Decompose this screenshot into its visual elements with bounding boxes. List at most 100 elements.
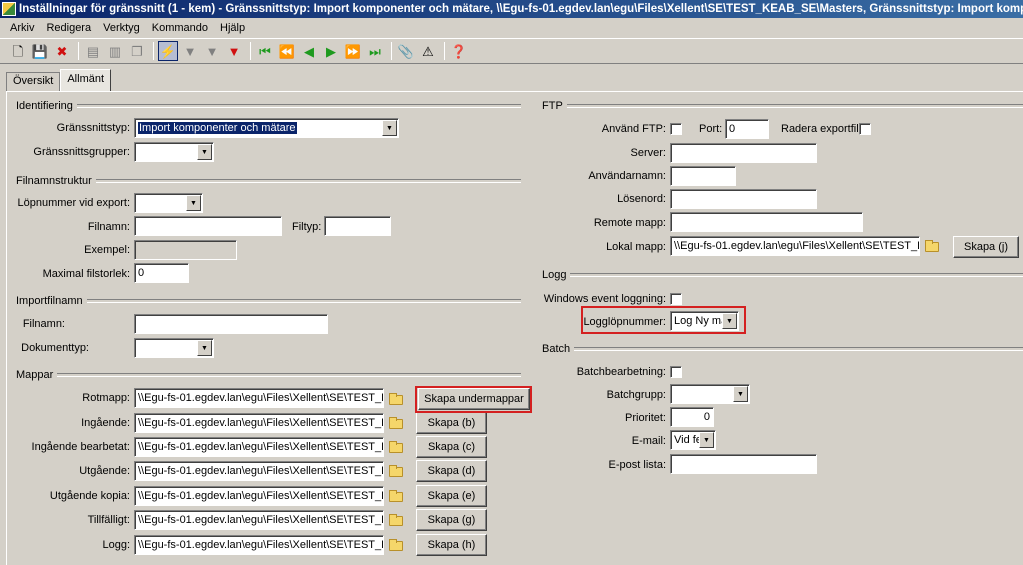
document-handling-icon[interactable]: 📎 <box>396 41 416 61</box>
folder-icon[interactable] <box>389 441 403 453</box>
chevron-down-icon[interactable]: ▼ <box>733 386 748 402</box>
folder-icon[interactable] <box>389 417 403 429</box>
folder-icon[interactable] <box>925 240 939 252</box>
new-icon[interactable]: 🗋 <box>8 41 28 61</box>
doctype-label: Dokumenttyp: <box>21 342 89 354</box>
password-input[interactable] <box>670 189 817 209</box>
next-record-icon[interactable]: ▶ <box>321 41 341 61</box>
copy-icon[interactable]: ❐ <box>127 41 147 61</box>
create-d-button[interactable]: Skapa (d) <box>416 460 487 482</box>
create-e-button[interactable]: Skapa (e) <box>416 485 487 507</box>
batch-group-combo[interactable]: ▼ <box>670 384 750 404</box>
create-b-button[interactable]: Skapa (b) <box>416 412 487 434</box>
folder-temp-input[interactable]: \\Egu-fs-01.egdev.lan\egu\Files\Xellent\… <box>134 510 384 530</box>
chevron-down-icon[interactable]: ▼ <box>382 120 397 136</box>
folder-icon[interactable] <box>389 393 403 405</box>
server-input[interactable] <box>670 143 817 163</box>
tab-oversikt[interactable]: Översikt <box>6 72 61 91</box>
help-icon[interactable]: ❓ <box>449 41 469 61</box>
priority-label: Prioritet: <box>625 412 666 424</box>
filetype-input[interactable] <box>324 216 391 236</box>
toolbar-separator <box>153 42 154 60</box>
delete-exportfile-label: Radera exportfil: <box>781 123 862 135</box>
menu-redigera[interactable]: Redigera <box>40 22 97 34</box>
folder-icon[interactable] <box>389 539 403 551</box>
filter-icon[interactable]: ▼ <box>180 41 200 61</box>
folder-icon[interactable] <box>389 514 403 526</box>
next-page-icon[interactable]: ⏩ <box>343 41 363 61</box>
menu-hjalp[interactable]: Hjälp <box>214 22 251 34</box>
advanced-filter-icon[interactable]: ▼ <box>202 41 222 61</box>
username-input[interactable] <box>670 166 736 186</box>
use-ftp-checkbox[interactable] <box>670 123 682 135</box>
folder-log-input[interactable]: \\Egu-fs-01.egdev.lan\egu\Files\Xellent\… <box>134 535 384 555</box>
menu-kommando[interactable]: Kommando <box>146 22 214 34</box>
local-folder-input[interactable]: \\Egu-fs-01.egdev.lan\egu\Files\Xellent\… <box>670 236 920 256</box>
email-list-input[interactable] <box>670 454 817 474</box>
batch-processing-label: Batchbearbetning: <box>576 366 666 378</box>
create-g-button[interactable]: Skapa (g) <box>416 509 487 531</box>
folder-root-label: Rotmapp: <box>82 392 130 404</box>
alert-icon[interactable]: ⚠ <box>418 41 438 61</box>
chevron-down-icon[interactable]: ▼ <box>699 432 714 448</box>
max-filesize-label: Maximal filstorlek: <box>42 268 130 280</box>
create-j-button[interactable]: Skapa (j) <box>953 236 1019 258</box>
delete-exportfile-checkbox[interactable] <box>859 123 871 135</box>
filetype-label: Filtyp: <box>292 221 322 233</box>
section-identifiering: Identifiering <box>16 99 521 113</box>
batch-processing-checkbox[interactable] <box>670 366 682 378</box>
section-filnamnstruktur: Filnamnstruktur <box>16 174 521 188</box>
previous-page-icon[interactable]: ⏪ <box>277 41 297 61</box>
section-mappar: Mappar <box>16 368 521 382</box>
max-filesize-input[interactable]: 0 <box>134 263 189 283</box>
toolbar-separator <box>391 42 392 60</box>
last-record-icon[interactable]: ⏭ <box>365 41 385 61</box>
folder-incoming-processed-label: Ingående bearbetat: <box>31 441 130 453</box>
section-importfilnamn-title: Importfilnamn <box>16 295 87 307</box>
windows-event-logging-checkbox[interactable] <box>670 293 682 305</box>
filter-by-selection-icon[interactable]: ⚡ <box>158 41 178 61</box>
folder-icon[interactable] <box>389 465 403 477</box>
folder-incoming-processed-input[interactable]: \\Egu-fs-01.egdev.lan\egu\Files\Xellent\… <box>134 437 384 457</box>
folder-root-input[interactable]: \\Egu-fs-01.egdev.lan\egu\Files\Xellent\… <box>134 388 384 408</box>
chevron-down-icon[interactable]: ▼ <box>197 144 212 160</box>
toolbar-separator <box>444 42 445 60</box>
app-icon <box>2 2 16 16</box>
folder-incoming-input[interactable]: \\Egu-fs-01.egdev.lan\egu\Files\Xellent\… <box>134 413 384 433</box>
email-combo[interactable]: Vid fel ▼ <box>670 430 716 450</box>
doctype-combo[interactable]: ▼ <box>134 338 214 358</box>
interface-groups-combo[interactable]: ▼ <box>134 142 214 162</box>
print-icon[interactable]: ▤ <box>83 41 103 61</box>
interface-type-combo[interactable]: Import komponenter och mätare ▼ <box>134 118 399 138</box>
print-preview-icon[interactable]: ▥ <box>105 41 125 61</box>
menu-verktyg[interactable]: Verktyg <box>97 22 146 34</box>
folder-icon[interactable] <box>389 490 403 502</box>
remove-filter-icon[interactable]: ▼ <box>224 41 244 61</box>
section-mappar-title: Mappar <box>16 369 58 381</box>
window-title: Inställningar för gränssnitt (1 - kem) -… <box>19 3 1023 15</box>
email-label: E-mail: <box>631 435 666 447</box>
folder-outgoing-input[interactable]: \\Egu-fs-01.egdev.lan\egu\Files\Xellent\… <box>134 461 384 481</box>
previous-record-icon[interactable]: ◀ <box>299 41 319 61</box>
create-h-button[interactable]: Skapa (h) <box>416 534 487 556</box>
section-batch: Batch <box>542 342 1023 356</box>
priority-input[interactable]: 0 <box>670 407 714 427</box>
batch-group-label: Batchgrupp: <box>606 389 666 401</box>
menu-bar: Arkiv Redigera Verktyg Kommando Hjälp <box>0 18 1023 38</box>
delete-icon[interactable]: ✖ <box>52 41 72 61</box>
folder-outgoing-copy-input[interactable]: \\Egu-fs-01.egdev.lan\egu\Files\Xellent\… <box>134 486 384 506</box>
import-filename-input[interactable] <box>134 314 328 334</box>
tab-allmant[interactable]: Allmänt <box>60 69 112 91</box>
save-icon[interactable]: 💾 <box>30 41 50 61</box>
chevron-down-icon[interactable]: ▼ <box>197 340 212 356</box>
section-identifiering-title: Identifiering <box>16 100 77 112</box>
create-c-button[interactable]: Skapa (c) <box>416 436 487 458</box>
export-seq-combo[interactable]: ▼ <box>134 193 203 213</box>
filename-input[interactable] <box>134 216 282 236</box>
interface-type-label: Gränssnittstyp: <box>56 122 130 134</box>
first-record-icon[interactable]: ⏮ <box>255 41 275 61</box>
remote-folder-input[interactable] <box>670 212 863 232</box>
menu-arkiv[interactable]: Arkiv <box>4 22 40 34</box>
port-input[interactable]: 0 <box>725 119 769 139</box>
chevron-down-icon[interactable]: ▼ <box>186 195 201 211</box>
